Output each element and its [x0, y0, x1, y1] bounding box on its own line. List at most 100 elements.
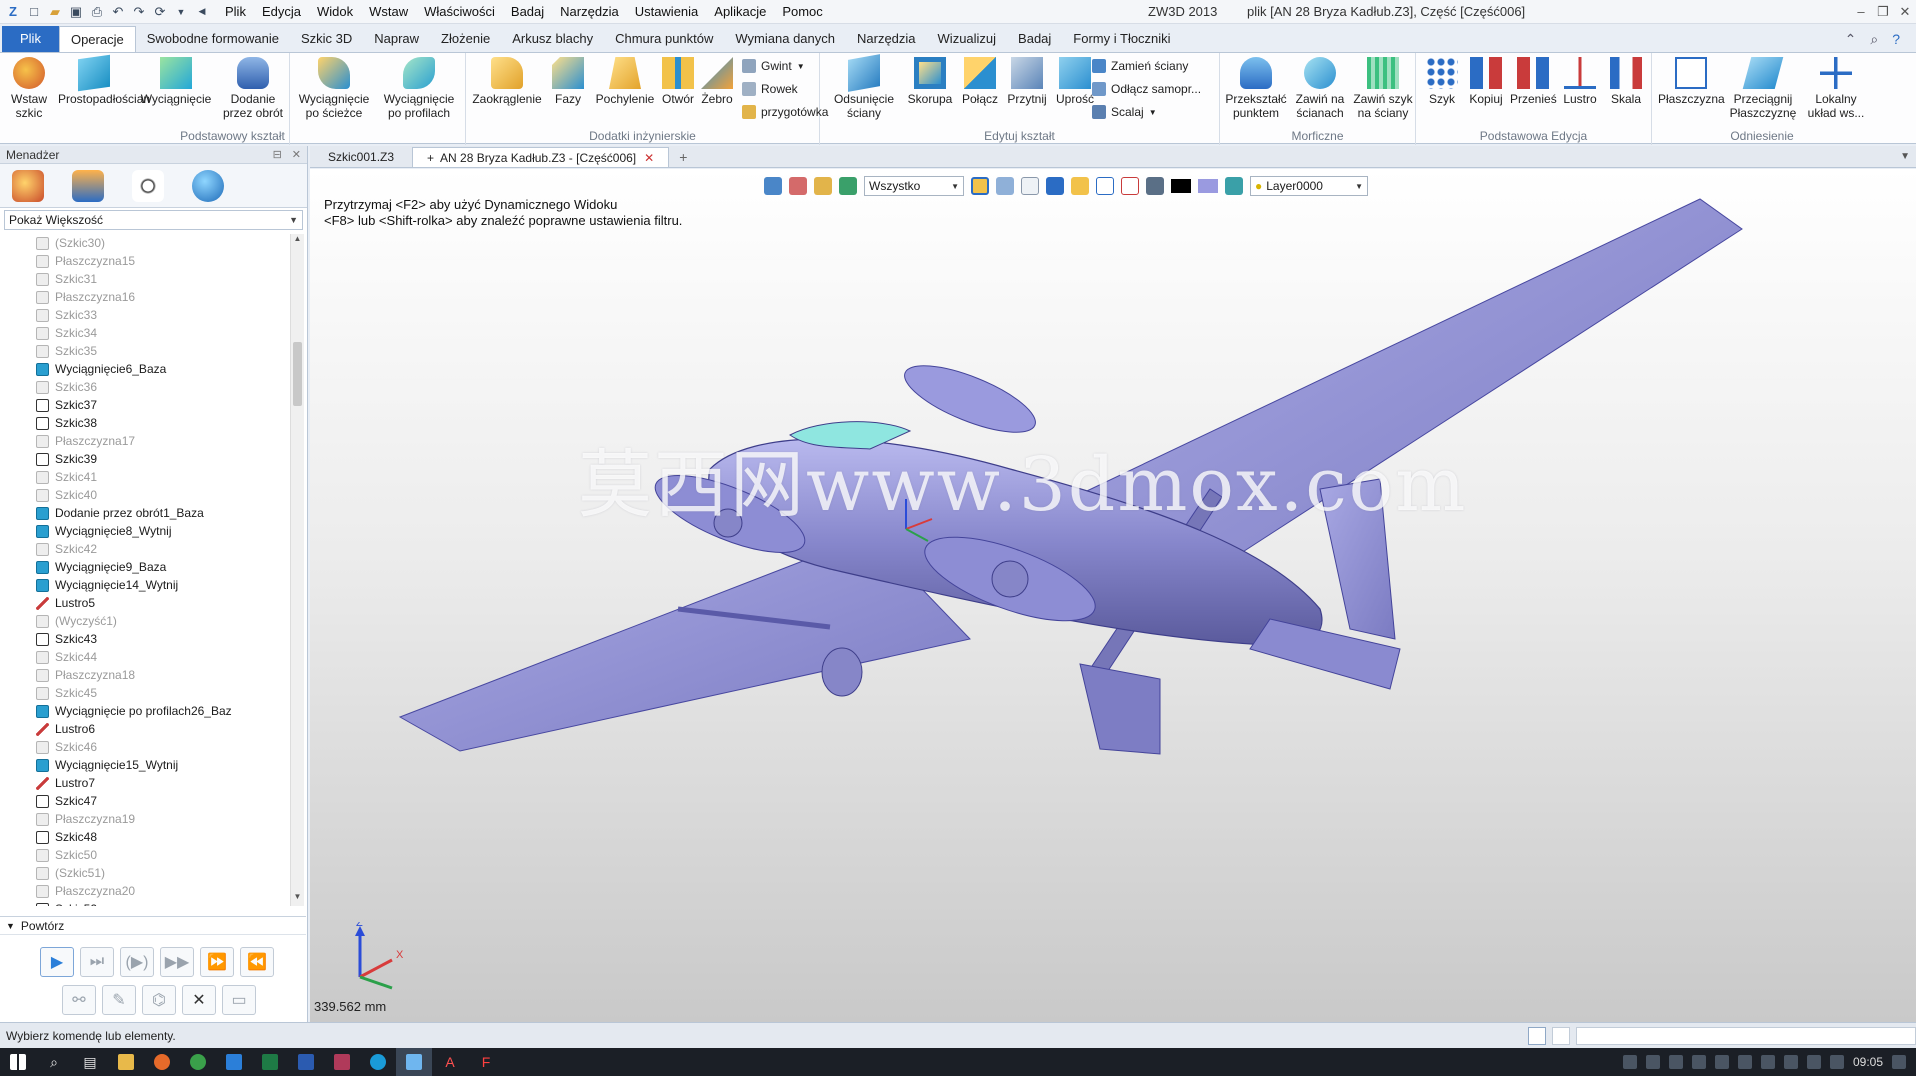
tray-app-icon-3[interactable]	[1668, 1055, 1683, 1069]
repeat-header[interactable]: ▼ Powtórz	[0, 917, 306, 935]
dodanie-przez-obrot-button[interactable]: Dodanie przez obrót	[220, 57, 286, 120]
chrome-icon[interactable]	[180, 1048, 216, 1076]
tray-app-icon-5[interactable]	[1737, 1055, 1752, 1069]
wyciagniecie-po-profilach-button[interactable]: Wyciągnięcie po profilach	[376, 57, 462, 120]
przytnij-button[interactable]: Przytnij	[1002, 57, 1052, 106]
step-end-icon[interactable]: ⏭	[80, 947, 114, 977]
pochylenie-button[interactable]: Pochylenie	[592, 57, 658, 106]
visual-manager-icon[interactable]	[192, 169, 224, 202]
tree-item[interactable]: Lustro7	[0, 774, 290, 792]
przenies-button[interactable]: Przenieś	[1510, 57, 1557, 106]
close-icon[interactable]: ✕	[1894, 0, 1916, 24]
minimize-icon[interactable]: –	[1850, 0, 1872, 24]
przygotowka-button[interactable]: przygotówka	[742, 105, 828, 119]
firefox-icon[interactable]	[144, 1048, 180, 1076]
wyciagniecie-po-sciezce-button[interactable]: Wyciągnięcie po ścieżce	[292, 57, 376, 120]
odsuniecie-sciany-button[interactable]: Odsunięcie ściany	[828, 54, 900, 120]
tab-swobodne-formowanie[interactable]: Swobodne formowanie	[136, 26, 290, 52]
menu-badaj[interactable]: Badaj	[503, 0, 552, 24]
clock[interactable]: 09:05	[1853, 1055, 1883, 1069]
menu-widok[interactable]: Widok	[309, 0, 361, 24]
tree-item[interactable]: Szkic38	[0, 414, 290, 432]
menu-aplikacje[interactable]: Aplikacje	[706, 0, 774, 24]
windows-start-icon[interactable]	[0, 1048, 36, 1076]
tab-badaj[interactable]: Badaj	[1007, 26, 1062, 52]
wyciagniecie-button[interactable]: Wyciągnięcie	[134, 57, 218, 106]
back-icon[interactable]: ◀	[193, 3, 211, 21]
tree-item[interactable]: Szkic52	[0, 900, 290, 906]
link-icon[interactable]: ⚯	[62, 985, 96, 1015]
fast-forward-icon[interactable]: ⏩	[200, 947, 234, 977]
tree-item[interactable]: Wyciągnięcie6_Baza	[0, 360, 290, 378]
tab-wizualizuj[interactable]: Wizualizuj	[927, 26, 1008, 52]
search-taskbar-icon[interactable]: ⌕	[36, 1048, 72, 1076]
kopiuj-button[interactable]: Kopiuj	[1464, 57, 1508, 106]
tray-app-icon-7[interactable]	[1783, 1055, 1798, 1069]
tab-plik[interactable]: Plik	[2, 26, 59, 52]
tree-item[interactable]: Wyciągnięcie po profilach26_Baz	[0, 702, 290, 720]
lustro-button[interactable]: Lustro	[1558, 57, 1602, 106]
save-icon[interactable]: ▣	[67, 3, 85, 21]
delete-x-icon[interactable]: ✕	[182, 985, 216, 1015]
edit-pencil-icon[interactable]: ✎	[102, 985, 136, 1015]
prostopadloscian-button[interactable]: Prostopadłościan	[58, 54, 150, 106]
menu-narzedzia[interactable]: Narzędzia	[552, 0, 627, 24]
tree-item[interactable]: (Wyczyść1)	[0, 612, 290, 630]
tab-narzedzia[interactable]: Narzędzia	[846, 26, 927, 52]
pin-icon[interactable]: ⊟	[273, 148, 282, 161]
tree-item[interactable]: Lustro5	[0, 594, 290, 612]
tree-item[interactable]: Szkic40	[0, 486, 290, 504]
fazy-button[interactable]: Fazy	[546, 57, 590, 106]
gwint-button[interactable]: Gwint ▼	[742, 59, 805, 73]
lokalny-uklad-button[interactable]: Lokalny układ ws...	[1802, 57, 1870, 120]
scalaj-button[interactable]: Scalaj ▼	[1092, 105, 1157, 119]
tree-item[interactable]: Szkic41	[0, 468, 290, 486]
volume-icon[interactable]	[1829, 1055, 1844, 1069]
scroll-up-icon[interactable]: ▲	[291, 234, 304, 248]
skorupa-button[interactable]: Skorupa	[904, 57, 956, 106]
tray-app-icon-6[interactable]	[1760, 1055, 1775, 1069]
bluetooth-icon[interactable]	[1691, 1055, 1706, 1069]
new-tab-icon[interactable]: +	[669, 147, 697, 167]
play-icon[interactable]: ▶	[40, 947, 74, 977]
tab-chmura-punktow[interactable]: Chmura punktów	[604, 26, 724, 52]
help-icon[interactable]: ?	[1892, 31, 1900, 47]
tree-item[interactable]: Wyciągnięcie8_Wytnij	[0, 522, 290, 540]
tree-item[interactable]: Szkic33	[0, 306, 290, 324]
tree-item[interactable]: Szkic34	[0, 324, 290, 342]
tree-item[interactable]: Szkic47	[0, 792, 290, 810]
history-manager-icon[interactable]	[12, 169, 44, 202]
foxit-icon[interactable]: F	[468, 1048, 504, 1076]
tree-item[interactable]: Płaszczyzna17	[0, 432, 290, 450]
print-icon[interactable]: ⎙	[88, 3, 106, 21]
tray-app-icon-4[interactable]	[1714, 1055, 1729, 1069]
step-all-icon[interactable]: ▶▶	[160, 947, 194, 977]
tree-item[interactable]: (Szkic30)	[0, 234, 290, 252]
zebro-button[interactable]: Żebro	[698, 57, 736, 106]
tree-item[interactable]: Lustro6	[0, 720, 290, 738]
wstaw-szkic-button[interactable]: Wstaw szkic	[6, 57, 52, 120]
rewind-icon[interactable]: ⏪	[240, 947, 274, 977]
mail-icon[interactable]	[216, 1048, 252, 1076]
edge-icon[interactable]	[360, 1048, 396, 1076]
tree-item[interactable]: Szkic42	[0, 540, 290, 558]
view-manager-icon[interactable]	[132, 169, 164, 202]
tree-item[interactable]: Wyciągnięcie9_Baza	[0, 558, 290, 576]
menu-plik[interactable]: Plik	[217, 0, 254, 24]
zaokraglenie-button[interactable]: Zaokrąglenie	[472, 57, 542, 106]
menu-wstaw[interactable]: Wstaw	[361, 0, 416, 24]
tree-item[interactable]: Szkic39	[0, 450, 290, 468]
command-input-field[interactable]	[1576, 1026, 1916, 1045]
tree-item[interactable]: Szkic50	[0, 846, 290, 864]
scroll-thumb[interactable]	[293, 342, 302, 406]
step-icon[interactable]: (▶)	[120, 947, 154, 977]
menu-pomoc[interactable]: Pomoc	[774, 0, 830, 24]
tab-szkic-3d[interactable]: Szkic 3D	[290, 26, 363, 52]
doc-tab-kadlub[interactable]: + AN 28 Bryza Kadłub.Z3 - [Część006] ✕	[412, 147, 670, 167]
tree-item[interactable]: Szkic44	[0, 648, 290, 666]
collapse-ribbon-icon[interactable]: ⌃	[1845, 31, 1857, 48]
przeciagnij-plaszczyzne-button[interactable]: Przeciągnij Płaszczyznę	[1728, 57, 1798, 120]
show-filter-select[interactable]: Pokaż Większość ▼	[4, 210, 303, 230]
task-view-icon[interactable]: ▤	[72, 1048, 108, 1076]
przeksztalc-punktem-button[interactable]: Przekształć punktem	[1224, 57, 1288, 120]
